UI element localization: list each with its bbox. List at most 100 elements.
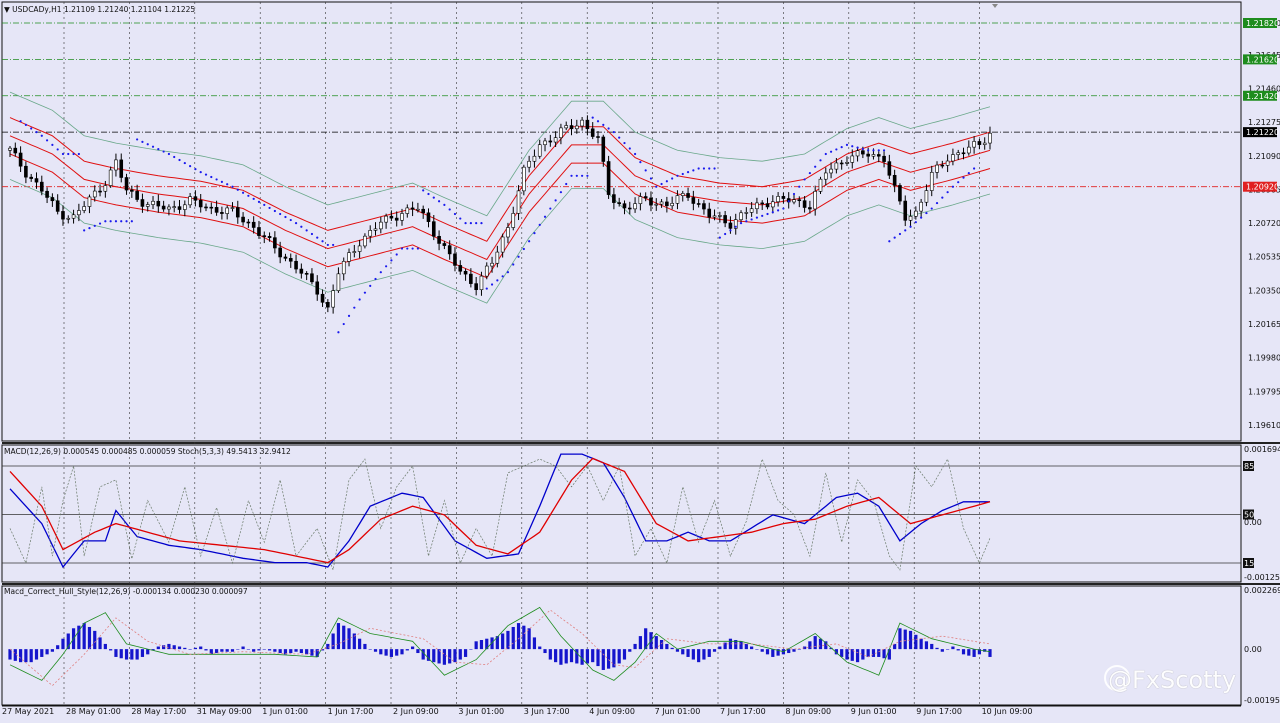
hull-histogram-bar (347, 628, 351, 650)
sar-dot (697, 167, 700, 170)
sar-dot (808, 171, 811, 175)
collapse-arrow-icon[interactable]: ▼ (4, 5, 10, 14)
bear-candle (257, 227, 261, 236)
bull-candle (749, 208, 754, 213)
symbol-name: USDCADy,H1 (12, 5, 62, 14)
sar-dot (761, 214, 764, 217)
sar-dot (173, 155, 176, 159)
y-tick-label: 1.19610 (1248, 421, 1280, 430)
bear-candle (315, 281, 320, 295)
sar-dot (787, 200, 790, 203)
bull-candle (924, 190, 929, 203)
bull-candle (400, 213, 404, 221)
sar-dot (45, 139, 49, 142)
x-tick-label: 27 May 2021 (2, 707, 54, 716)
sar-dot (755, 216, 759, 219)
hull-histogram-bar (40, 649, 44, 657)
hull-histogram-bar (522, 625, 526, 650)
sar-dot (543, 215, 547, 218)
hull-histogram-bar (267, 649, 272, 651)
sar-dot (920, 216, 923, 219)
x-tick-label: 3 Jun 17:00 (524, 707, 570, 716)
hull-y-tick: -0.001952 (1244, 696, 1280, 705)
bull-candle (500, 236, 505, 253)
sar-dot (24, 123, 27, 126)
sar-dot (167, 152, 171, 156)
bear-candle (283, 256, 288, 259)
hull-histogram-bar (294, 649, 298, 652)
hull-histogram-bar (712, 649, 717, 652)
hull-histogram-bar (951, 646, 955, 650)
sar-dot (231, 185, 234, 188)
sar-dot (904, 229, 907, 232)
bear-candle (702, 203, 706, 210)
bull-candle (368, 230, 373, 237)
sar-dot (570, 174, 573, 177)
sar-dot (708, 167, 711, 170)
hull-macd-label: Macd_Correct_Hull_Style(12,26,9) -0.0001… (4, 587, 248, 596)
hull-histogram-bar (871, 649, 876, 657)
hull-histogram-bar (617, 649, 621, 664)
bear-candle (643, 196, 648, 199)
hull-histogram-bar (109, 649, 113, 651)
hull-histogram-bar (299, 649, 303, 654)
sar-dot (151, 145, 155, 148)
bull-candle (405, 207, 410, 214)
bull-candle (654, 203, 659, 206)
sar-dot (829, 150, 833, 153)
hull-histogram-bar (140, 649, 145, 657)
sar-dot (575, 174, 578, 177)
hull-histogram-bar (564, 649, 568, 664)
hull-histogram-bar (750, 646, 754, 650)
y-tick-label: 1.19795 (1248, 387, 1280, 396)
bear-candle (723, 215, 727, 224)
sar-dot (114, 220, 118, 223)
bull-candle (341, 261, 346, 275)
sar-dot (835, 148, 838, 151)
bear-candle (156, 200, 161, 207)
bull-candle (823, 172, 828, 180)
sar-dot (257, 200, 261, 203)
hull-histogram-bar (24, 649, 28, 663)
bear-candle (426, 212, 431, 222)
bear-candle (612, 194, 616, 203)
hull-histogram-bar (172, 645, 176, 650)
sar-dot (851, 145, 854, 148)
hull-histogram-bar (691, 649, 695, 660)
hull-histogram-bar (331, 633, 335, 650)
hull-histogram-bar (389, 649, 394, 657)
x-tick-label: 31 May 09:00 (197, 707, 252, 716)
bull-candle (744, 212, 749, 214)
bear-candle (246, 221, 251, 224)
x-tick-label: 9 Jun 01:00 (851, 707, 897, 716)
bear-candle (177, 206, 182, 210)
bull-candle (363, 235, 367, 247)
sar-dot (506, 271, 510, 274)
price-level-label: 1.21220 (1246, 128, 1279, 137)
sar-dot (962, 176, 965, 179)
bull-candle (712, 215, 717, 218)
bull-candle (151, 200, 155, 205)
x-tick-label: 7 Jun 01:00 (655, 707, 701, 716)
sar-dot (35, 131, 38, 134)
bear-candle (961, 152, 966, 155)
hull-histogram-bar (744, 643, 748, 650)
sar-dot (241, 191, 245, 194)
sar-dot (554, 199, 557, 202)
sar-dot (411, 247, 414, 250)
sar-dot (374, 277, 377, 281)
bull-candle (188, 196, 192, 206)
sar-dot (67, 152, 70, 156)
hull-histogram-bar (442, 649, 446, 665)
high-value: 1.21240 (97, 5, 129, 14)
price-level-label: 1.20920 (1246, 183, 1279, 192)
sar-dot (162, 150, 165, 153)
sar-dot (501, 275, 504, 278)
bear-candle (140, 199, 145, 207)
sar-dot (734, 225, 737, 228)
sar-dot (893, 236, 896, 239)
hull-histogram-bar (246, 649, 250, 650)
bull-candle (331, 290, 335, 308)
bear-candle (622, 203, 627, 209)
sar-dot (385, 265, 388, 268)
